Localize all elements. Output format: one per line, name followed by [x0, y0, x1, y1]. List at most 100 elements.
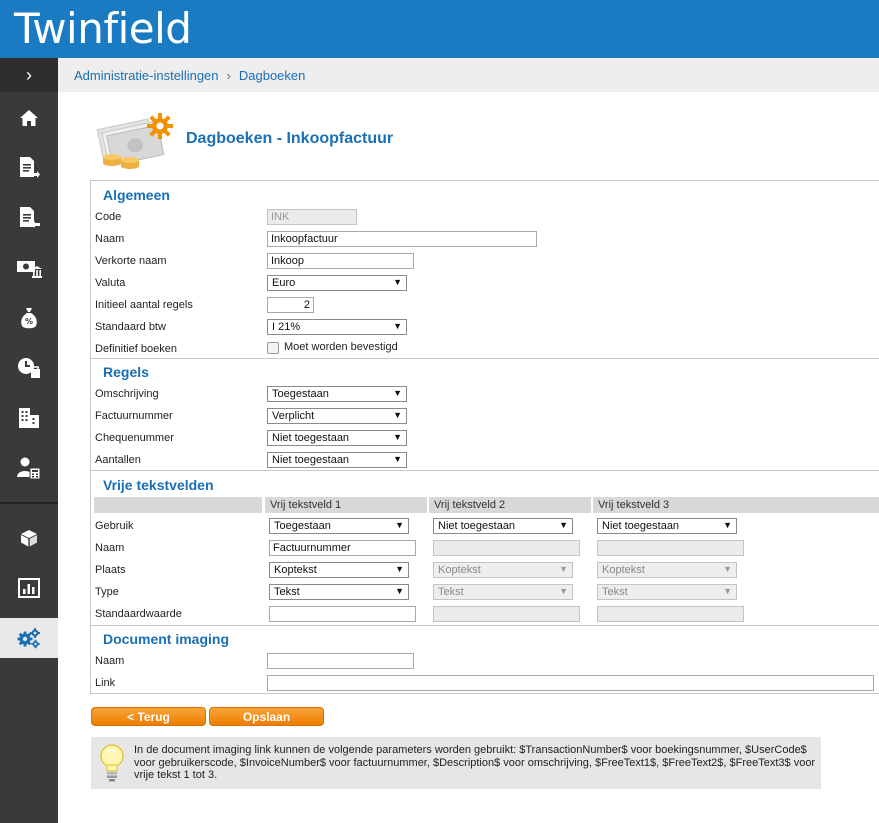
dropdown-arrow-icon: ▼ [393, 321, 402, 331]
gebruik-label: Gebruik [95, 520, 134, 532]
definitief-checkbox-label[interactable]: Moet worden bevestigd [284, 341, 398, 353]
naam-label: Naam [95, 233, 125, 245]
back-button[interactable]: < Terug [91, 707, 206, 726]
aantallen-label: Aantallen [95, 454, 141, 466]
gebruik-1-select[interactable]: Toegestaan ▼ [269, 518, 409, 534]
standaardwaarde-label: Standaardwaarde [95, 608, 182, 620]
sidebar-item-home[interactable] [0, 98, 58, 138]
gebruik-3-value: Niet toegestaan [602, 520, 680, 532]
naam-field[interactable] [267, 231, 537, 247]
gebruik-1-value: Toegestaan [274, 520, 331, 532]
sidebar-divider [0, 502, 58, 504]
gebruik-3-select[interactable]: Niet toegestaan ▼ [597, 518, 737, 534]
page-title: Dagboeken - Inkoopfactuur [186, 130, 394, 147]
standaardwaarde-2-field [433, 606, 580, 622]
code-label: Code [95, 211, 122, 223]
standaardwaarde-1-field[interactable] [269, 606, 416, 622]
sidebar-item-bank[interactable] [0, 248, 58, 288]
sidebar-item-reports[interactable] [0, 568, 58, 608]
sidebar-item-products[interactable] [0, 518, 58, 558]
user-calculator-icon [17, 457, 41, 479]
plaats-1-value: Koptekst [274, 564, 317, 576]
breadcrumb-separator: › [226, 68, 231, 83]
bank-icon [17, 261, 42, 278]
dropdown-arrow-icon: ▼ [393, 388, 402, 398]
dropdown-arrow-icon: ▼ [393, 454, 402, 464]
type-3-value: Tekst [602, 586, 628, 598]
section-title-regels: Regels [103, 364, 149, 380]
money-bag-icon: % [21, 308, 37, 329]
plaats-2-value: Koptekst [438, 564, 481, 576]
omschrijving-label: Omschrijving [95, 388, 159, 400]
omschrijving-select[interactable]: Toegestaan ▼ [267, 386, 407, 402]
definitief-boeken-checkbox[interactable] [267, 342, 279, 354]
save-button[interactable]: Opslaan [209, 707, 324, 726]
standaard-btw-value: I 21% [272, 321, 301, 333]
aantallen-value: Niet toegestaan [272, 454, 350, 466]
valuta-select[interactable]: Euro ▼ [267, 275, 407, 291]
code-field [267, 209, 357, 225]
sidebar-item-sales[interactable] [0, 148, 58, 188]
sales-invoice-icon [20, 157, 40, 178]
lightbulb-icon [100, 744, 124, 782]
factuurnummer-value: Verplicht [272, 410, 315, 422]
cube-icon [21, 530, 37, 547]
plaats-3-select: Koptekst ▼ [597, 562, 737, 578]
breadcrumb-link-administratie[interactable]: Administratie-instellingen [74, 68, 219, 83]
factuurnummer-label: Factuurnummer [95, 410, 173, 422]
type-label: Type [95, 586, 119, 598]
section-title-vrije-tekstvelden: Vrije tekstvelden [103, 477, 214, 493]
breadcrumb-link-dagboeken[interactable]: Dagboeken [239, 68, 306, 83]
type-2-value: Tekst [438, 586, 464, 598]
valuta-label: Valuta [95, 277, 126, 289]
vrije-naam-2-field [433, 540, 580, 556]
doc-naam-field[interactable] [267, 653, 414, 669]
chequenummer-select[interactable]: Niet toegestaan ▼ [267, 430, 407, 446]
gebruik-2-value: Niet toegestaan [438, 520, 516, 532]
standaard-btw-select[interactable]: I 21% ▼ [267, 319, 407, 335]
dropdown-arrow-icon: ▼ [723, 564, 732, 574]
column-header-vrij-1: Vrij tekstveld 1 [270, 499, 342, 511]
doc-link-label: Link [95, 677, 116, 689]
svg-text:%: % [25, 317, 33, 326]
definitief-boeken-label: Definitief boeken [95, 343, 177, 355]
sidebar-item-users[interactable] [0, 448, 58, 488]
vrije-naam-3-field [597, 540, 744, 556]
purchase-invoice-icon [20, 207, 40, 228]
plaats-2-select: Koptekst ▼ [433, 562, 573, 578]
vrije-naam-1-field[interactable] [269, 540, 416, 556]
initieel-regels-field[interactable] [267, 297, 314, 313]
dropdown-arrow-icon: ▼ [393, 432, 402, 442]
factuurnummer-select[interactable]: Verplicht ▼ [267, 408, 407, 424]
aantallen-select[interactable]: Niet toegestaan ▼ [267, 452, 407, 468]
type-1-select[interactable]: Tekst ▼ [269, 584, 409, 600]
sidebar-item-settings[interactable] [0, 618, 58, 658]
app-logo: Twinfield [14, 4, 192, 53]
dropdown-arrow-icon: ▼ [393, 277, 402, 287]
doc-naam-label: Naam [95, 655, 125, 667]
sidebar-item-money[interactable]: % [0, 298, 58, 338]
breadcrumb-bar: Administratie-instellingen › Dagboeken [58, 58, 879, 92]
gebruik-2-select[interactable]: Niet toegestaan ▼ [433, 518, 573, 534]
section-divider [90, 358, 879, 359]
breadcrumb: Administratie-instellingen › Dagboeken [74, 68, 305, 83]
plaats-3-value: Koptekst [602, 564, 645, 576]
section-title-algemeen: Algemeen [103, 187, 170, 203]
dropdown-arrow-icon: ▼ [559, 520, 568, 530]
sidebar: › % [0, 58, 58, 823]
sidebar-expand-button[interactable]: › [0, 58, 58, 92]
plaats-1-select[interactable]: Koptekst ▼ [269, 562, 409, 578]
dropdown-arrow-icon: ▼ [395, 586, 404, 596]
verkorte-naam-field[interactable] [267, 253, 414, 269]
type-3-select: Tekst ▼ [597, 584, 737, 600]
journals-money-gear-icon [96, 113, 173, 169]
chequenummer-label: Chequenummer [95, 432, 174, 444]
column-header-vrij-3: Vrij tekstveld 3 [598, 499, 670, 511]
sidebar-item-company[interactable] [0, 398, 58, 438]
standaardwaarde-3-field [597, 606, 744, 622]
settings-gears-icon [17, 628, 40, 649]
sidebar-item-purchase[interactable] [0, 198, 58, 238]
dropdown-arrow-icon: ▼ [559, 564, 568, 574]
doc-link-field[interactable] [267, 675, 874, 691]
sidebar-item-time[interactable] [0, 348, 58, 388]
